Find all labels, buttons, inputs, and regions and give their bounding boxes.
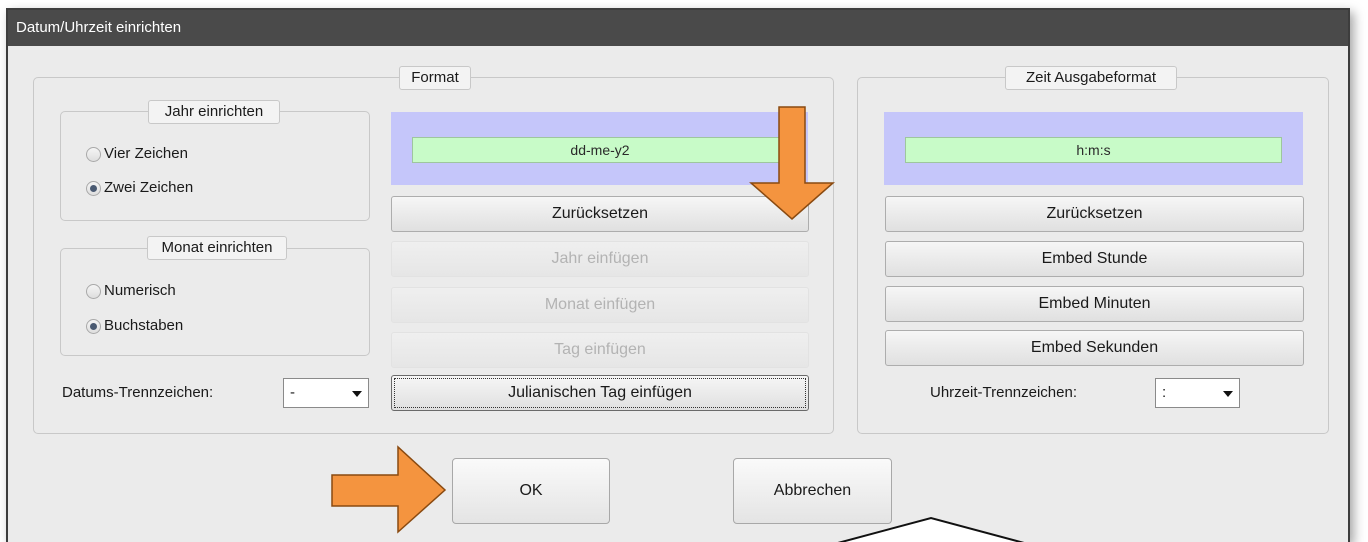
pointer-outline (837, 516, 1025, 542)
down-arrow-annotation (749, 106, 835, 220)
annotation-overlay (331, 106, 1025, 542)
right-arrow-annotation (331, 445, 447, 534)
